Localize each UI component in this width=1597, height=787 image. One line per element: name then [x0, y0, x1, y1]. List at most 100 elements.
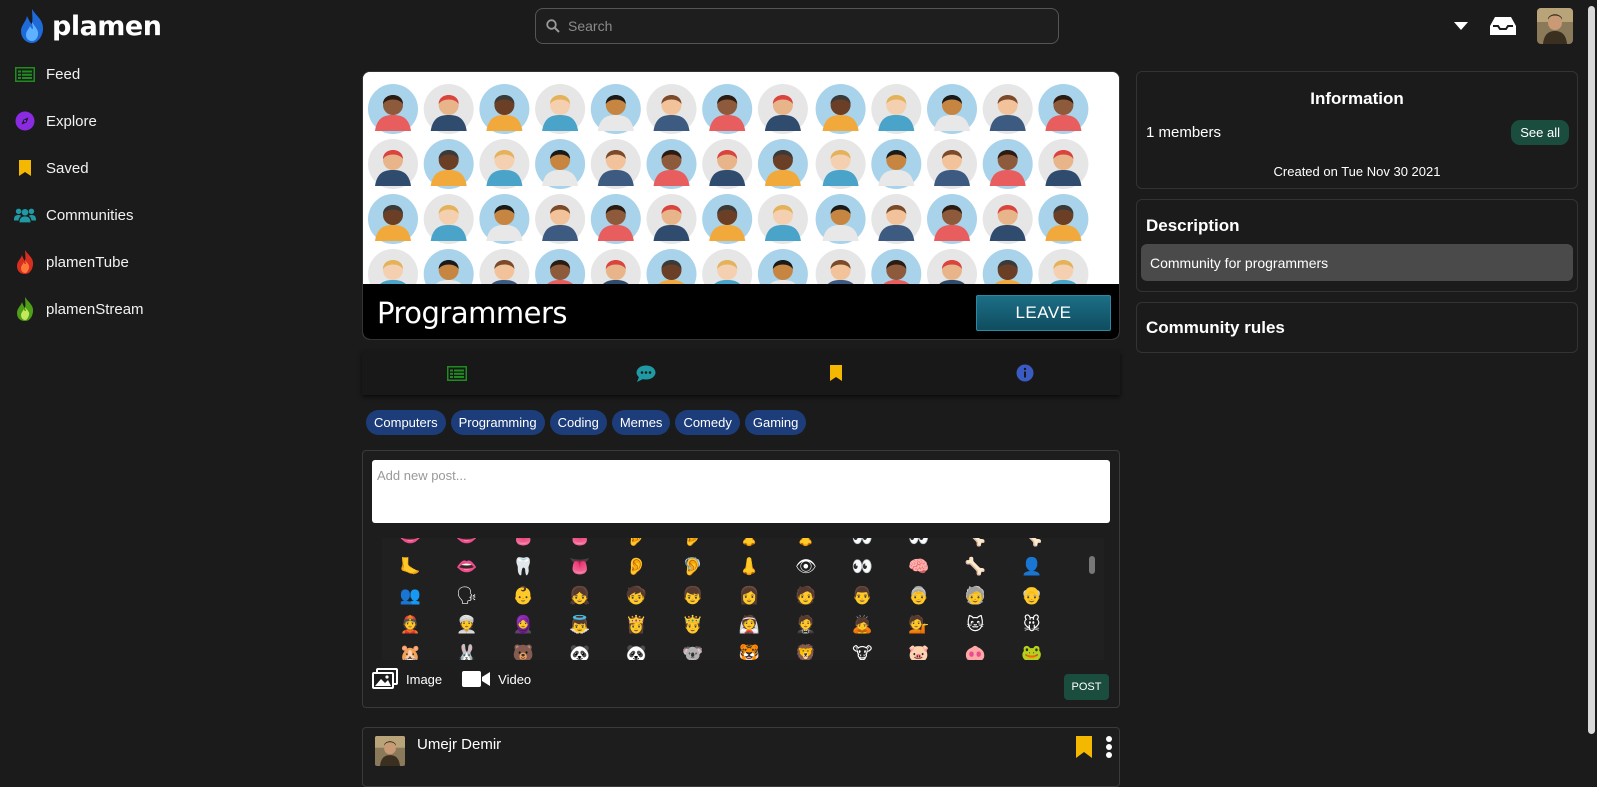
emoji-option[interactable]: 👄 [439, 555, 496, 579]
tag-chip[interactable]: Memes [611, 410, 671, 435]
emoji-option[interactable]: 👃 [778, 538, 835, 550]
red-flame-icon [17, 250, 34, 274]
caret-down-icon[interactable] [1453, 21, 1469, 31]
more-options-icon[interactable] [1105, 735, 1113, 759]
emoji-option[interactable]: 👨 [834, 584, 891, 608]
tag-chip[interactable]: Coding [549, 410, 607, 435]
emoji-option[interactable]: 💁 [891, 613, 948, 637]
emoji-option[interactable]: 🦴 [947, 555, 1004, 579]
post-button[interactable]: POST [1064, 674, 1109, 700]
emoji-option[interactable]: 👧 [552, 584, 609, 608]
emoji-option[interactable]: 🐹 [382, 642, 439, 660]
new-post-input[interactable] [372, 460, 1110, 523]
emoji-option[interactable]: 🗣 [439, 584, 496, 608]
emoji-option[interactable]: 👥 [382, 584, 439, 608]
emoji-option[interactable]: 🦴 [1004, 538, 1061, 550]
tag-chip[interactable]: Programming [450, 410, 545, 435]
emoji-option[interactable]: 👄 [439, 538, 496, 550]
emoji-option[interactable]: 👩 [721, 584, 778, 608]
post-author-avatar[interactable] [375, 736, 405, 766]
emoji-option[interactable]: 🧕 [495, 613, 552, 637]
emoji-option[interactable]: 👂 [608, 538, 665, 550]
emoji-option[interactable]: 🧑 [778, 584, 835, 608]
emoji-option[interactable]: 🧠 [891, 555, 948, 579]
emoji-option[interactable]: 👦 [665, 584, 722, 608]
emoji-option[interactable]: 👅 [552, 555, 609, 579]
emoji-option[interactable]: 👅 [552, 538, 609, 550]
emoji-picker[interactable]: 👄 👄 👅 👅 👂 👂 👃 👃 👀 👀 🦴 🦴 🦶 👄 🦷 👅 👂 🦻 👃 👁 👀 🧠 🦴 👤 👥 🗣 👶 👧 🧒 👦 👩 🧑 👨 👵 🧓 👴 👲 👳 🧕 👼… [382, 538, 1104, 660]
sidebar-item-plamentube[interactable]: plamenTube [14, 250, 214, 274]
sidebar-item-explore[interactable]: Explore [14, 109, 214, 133]
emoji-option[interactable]: 🦴 [947, 538, 1004, 550]
sidebar-item-plamenstream[interactable]: plamenStream [14, 297, 214, 321]
emoji-option[interactable]: 🐯 [721, 642, 778, 660]
emoji-option[interactable]: 🐻 [495, 642, 552, 660]
emoji-option[interactable]: 🧓 [947, 584, 1004, 608]
emoji-option[interactable]: 🧒 [608, 584, 665, 608]
avatar-illustration [535, 194, 586, 244]
emoji-option[interactable]: 👶 [495, 584, 552, 608]
emoji-option[interactable]: 🦶 [382, 555, 439, 579]
emoji-picker-scrollbar[interactable] [1089, 556, 1095, 574]
emoji-option[interactable]: 🐭 [1004, 613, 1061, 637]
emoji-option[interactable]: 🐽 [947, 642, 1004, 660]
emoji-option[interactable]: 👰 [721, 613, 778, 637]
emoji-option[interactable]: 🐨 [665, 642, 722, 660]
emoji-option[interactable]: 👀 [834, 555, 891, 579]
emoji-option[interactable]: 🐼 [552, 642, 609, 660]
tag-chip[interactable]: Comedy [675, 410, 740, 435]
add-video-button[interactable]: Video [462, 670, 531, 688]
emoji-option[interactable]: 👳 [439, 613, 496, 637]
rules-panel[interactable]: Community rules [1136, 302, 1578, 353]
emoji-option[interactable]: 🦷 [495, 555, 552, 579]
sidebar-item-communities[interactable]: Communities [14, 203, 214, 227]
emoji-option[interactable]: 👃 [721, 555, 778, 579]
add-image-button[interactable]: Image [372, 668, 442, 690]
search-icon [546, 19, 560, 33]
emoji-option[interactable]: 👀 [891, 538, 948, 550]
app-logo[interactable]: plamen [18, 8, 162, 44]
emoji-option[interactable]: 👀 [834, 538, 891, 550]
emoji-option[interactable]: 👅 [495, 538, 552, 550]
emoji-option[interactable]: 👴 [1004, 584, 1061, 608]
emoji-option[interactable]: 👄 [382, 538, 439, 550]
emoji-option[interactable]: 🐱 [947, 613, 1004, 637]
emoji-option[interactable]: 👂 [665, 538, 722, 550]
emoji-option[interactable]: 👃 [721, 538, 778, 550]
search-bar[interactable] [535, 8, 1059, 44]
emoji-option[interactable]: 👤 [1004, 555, 1061, 579]
emoji-option[interactable]: 👁 [778, 555, 835, 579]
inbox-icon[interactable] [1489, 16, 1517, 36]
tab-saved[interactable] [741, 351, 931, 395]
emoji-option[interactable]: 👼 [552, 613, 609, 637]
tag-chip[interactable]: Computers [366, 410, 446, 435]
emoji-option[interactable]: 🐸 [1004, 642, 1061, 660]
tab-feed[interactable] [362, 351, 552, 395]
sidebar-item-saved[interactable]: Saved [14, 156, 214, 180]
emoji-option[interactable]: 👵 [891, 584, 948, 608]
tab-chat[interactable] [552, 351, 742, 395]
emoji-option[interactable]: 🤵 [778, 613, 835, 637]
see-all-members-button[interactable]: See all [1511, 120, 1569, 145]
emoji-option[interactable]: 🐰 [439, 642, 496, 660]
emoji-option[interactable]: 🐼 [608, 642, 665, 660]
emoji-option[interactable]: 🦻 [665, 555, 722, 579]
emoji-option[interactable]: 🐮 [834, 642, 891, 660]
search-input[interactable] [568, 18, 1048, 34]
created-date: Created on Tue Nov 30 2021 [1273, 164, 1441, 179]
emoji-option[interactable]: 🐷 [891, 642, 948, 660]
emoji-option[interactable]: 🙇 [834, 613, 891, 637]
bookmark-icon[interactable] [1075, 735, 1093, 759]
post-author-name[interactable]: Umejr Demir [417, 736, 501, 753]
emoji-option[interactable]: 👸 [608, 613, 665, 637]
tab-info[interactable] [931, 351, 1121, 395]
emoji-option[interactable]: 👲 [382, 613, 439, 637]
sidebar-item-feed[interactable]: Feed [14, 62, 214, 86]
emoji-option[interactable]: 🤴 [665, 613, 722, 637]
leave-button[interactable]: LEAVE [976, 294, 1111, 331]
emoji-option[interactable]: 👂 [608, 555, 665, 579]
tag-chip[interactable]: Gaming [744, 410, 807, 435]
page-scrollbar[interactable] [1588, 6, 1595, 734]
emoji-option[interactable]: 🦁 [778, 642, 835, 660]
user-avatar[interactable] [1537, 8, 1573, 44]
